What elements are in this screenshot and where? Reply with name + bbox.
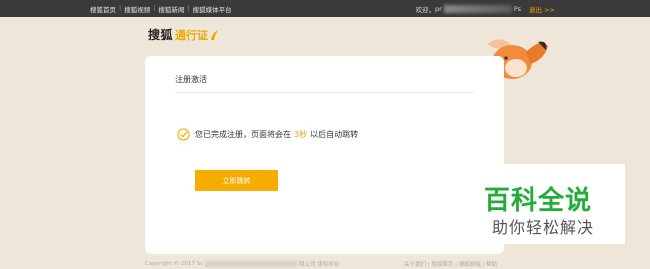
nav-separator: | [119,4,122,12]
logout-link[interactable]: 退出 >> [529,4,555,14]
nav-link-sohu-news[interactable]: 搜狐新闻 [158,4,184,14]
footer-copyright: Copyright © 2017 Sc 限公司 版权所有 [145,260,339,268]
copyright-redacted [205,261,298,267]
watermark-subtitle: 助你轻松解决 [492,218,595,237]
success-message: 您已完成注册，页面将会在 3秒 以后自动跳转 [177,128,358,141]
logo-tail-icon [211,29,219,40]
activation-card: 注册激活 您已完成注册，页面将会在 3秒 以后自动跳转 立即跳转 [145,56,504,254]
username-suffix: Ps [513,5,522,13]
baike-watermark: 百科全说 助你轻松解决 [465,164,625,244]
logo-passport-text: 通行证 [175,28,209,42]
username-redacted [443,5,512,13]
username-prefix: pr [435,5,442,13]
nav-separator: | [153,4,156,12]
nav-link-sohu-video[interactable]: 搜狐视频 [124,4,150,14]
top-nav-links: 搜狐首页 | 搜狐视频 | 搜狐新闻 | 搜狐媒体平台 [90,4,232,14]
footer-links[interactable]: 关于我们 | 搜狐首页 | 搜狐邮箱 | 帮助 [404,260,497,268]
welcome-text: 欢迎， [415,6,436,14]
nav-separator: | [187,4,190,12]
nav-link-sohu-home[interactable]: 搜狐首页 [90,4,116,14]
nav-link-sohu-media-platform[interactable]: 搜狐媒体平台 [193,4,232,14]
user-area: 欢迎， pr Ps 退出 >> [416,4,555,14]
check-circle-icon [177,128,190,141]
jump-now-button[interactable]: 立即跳转 [195,170,278,191]
message-text-after: 以后自动跳转 [310,130,359,139]
copyright-suffix: 限公司 版权所有 [299,262,340,268]
sohu-passport-logo[interactable]: 搜狐 通行证 [148,26,219,43]
top-navigation-bar: 搜狐首页 | 搜狐视频 | 搜狐新闻 | 搜狐媒体平台 欢迎， pr Ps 退出… [0,0,650,17]
message-text-before: 您已完成注册，页面将会在 [195,130,291,139]
copyright-prefix: Copyright © 2017 Sc [145,261,204,267]
card-divider [175,92,474,93]
watermark-title: 百科全说 [484,186,593,216]
countdown-seconds: 3秒 [294,130,308,139]
logo-sohu-text: 搜狐 [148,28,174,42]
card-title: 注册激活 [175,75,207,84]
